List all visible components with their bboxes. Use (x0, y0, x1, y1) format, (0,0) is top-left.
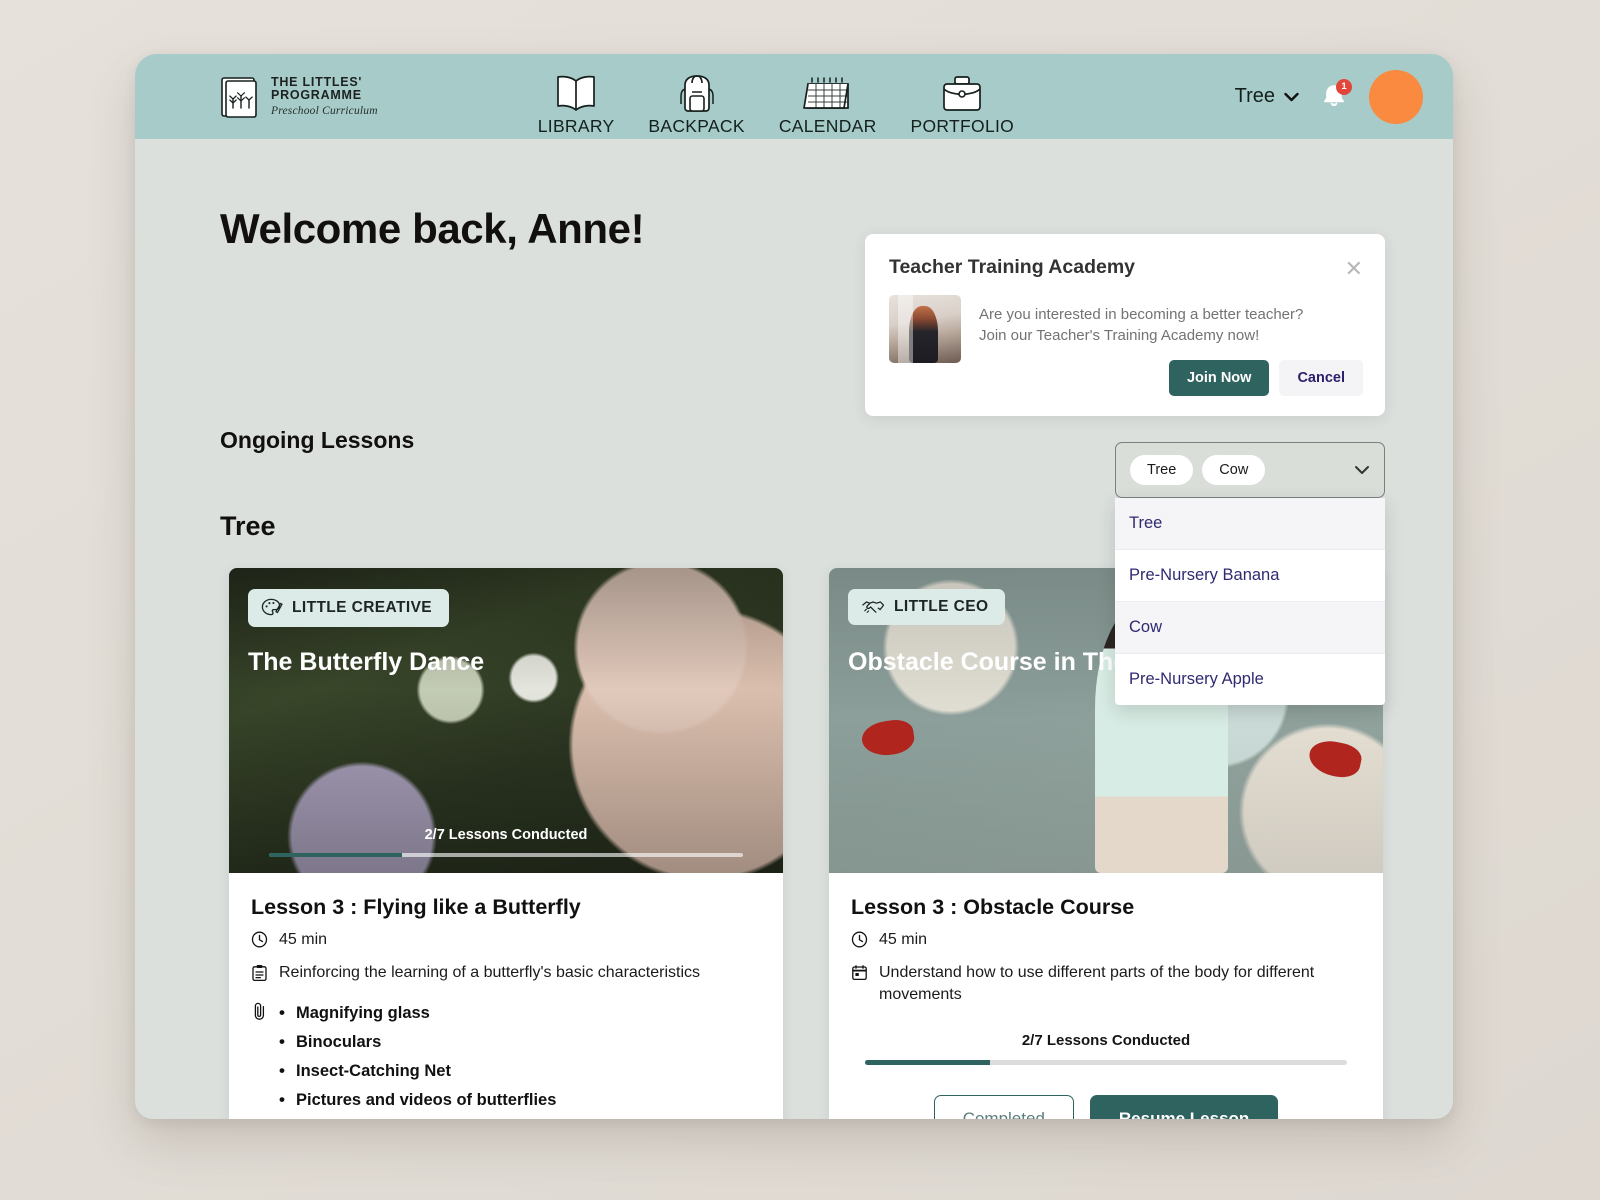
class-switcher[interactable]: Tree (1235, 85, 1299, 108)
class-multiselect: Tree Cow Tree Pre-Nursery Banana Cow Pre… (1115, 442, 1385, 705)
lesson-card-body: Lesson 3 : Obstacle Course 45 min Unders… (829, 873, 1383, 1066)
clock-icon (251, 929, 269, 953)
class-switcher-label: Tree (1234, 85, 1275, 107)
page-content: Welcome back, Anne! Ongoing Lessons Tree… (135, 139, 1453, 1119)
section-title-ongoing-lessons: Ongoing Lessons (220, 427, 415, 453)
lesson-duration: 45 min (279, 931, 328, 948)
notification-title: Teacher Training Academy (889, 256, 1136, 278)
notification-actions: Join Now Cancel (1168, 360, 1363, 396)
open-book-icon (550, 68, 602, 114)
option-pre-nursery-banana[interactable]: Pre-Nursery Banana (1115, 550, 1385, 602)
cancel-button[interactable]: Cancel (1279, 360, 1363, 396)
nav-label-calendar: CALENDAR (778, 116, 877, 136)
lesson-card-hero-title: The Butterfly Dance (248, 648, 485, 676)
notification-message-line-1: Are you interested in becoming a better … (979, 306, 1304, 323)
lesson-duration-row: 45 min (251, 929, 761, 953)
category-badge-label: LITTLE CREATIVE (292, 599, 433, 616)
lesson-title: Lesson 3 : Flying like a Butterfly (251, 895, 581, 919)
chevron-down-icon (1284, 92, 1299, 101)
brand-line-2: PROGRAMME (271, 87, 362, 102)
nav-item-backpack[interactable]: BACKPACK (648, 60, 745, 137)
main-nav: LIBRARY BACKPACK CALENDAR PORTFOLIO (538, 54, 1014, 139)
hero-progress-label: 2/7 Lessons Conducted (424, 827, 588, 843)
lesson-card-butterfly-dance[interactable]: LITTLE CREATIVE The Butterfly Dance 2/7 … (229, 568, 783, 1119)
hero-progress: 2/7 Lessons Conducted (229, 827, 783, 857)
briefcase-icon (938, 68, 986, 114)
palette-icon (261, 598, 283, 616)
brand-logo[interactable]: THE LITTLES' PROGRAMME Preschool Curricu… (220, 75, 378, 119)
paperclip-icon (251, 999, 269, 1119)
page-title: Welcome back, Anne! (220, 205, 645, 252)
app-window: THE LITTLES' PROGRAMME Preschool Curricu… (135, 54, 1453, 1119)
teacher-photo (889, 295, 961, 363)
lesson-description-row: Understand how to use different parts of… (851, 962, 1361, 1006)
material-item: Magnifying glass (279, 999, 556, 1028)
lesson-description-row: Reinforcing the learning of a butterfly'… (251, 962, 761, 987)
notification-body: Are you interested in becoming a better … (889, 295, 1361, 363)
nav-label-portfolio: PORTFOLIO (910, 116, 1015, 136)
notifications-button[interactable]: 1 (1321, 78, 1352, 112)
hero-progress-fill (269, 853, 402, 857)
class-group-title: Tree (220, 511, 276, 541)
nav-item-library[interactable]: LIBRARY (538, 60, 615, 137)
hero-progress-bar (269, 853, 743, 857)
resume-lesson-button[interactable]: Resume Lesson (1089, 1095, 1279, 1119)
category-badge-little-ceo: LITTLE CEO (848, 589, 1006, 625)
lesson-card-body: Lesson 3 : Flying like a Butterfly 45 mi… (229, 873, 783, 1119)
notification-message-line-2: Join our Teacher's Training Academy now! (979, 327, 1260, 345)
lesson-description: Understand how to use different parts of… (879, 964, 1315, 1004)
teacher-training-notification-card: Teacher Training Academy ✕ Are you inter… (865, 234, 1385, 416)
material-item: Magnifying glass (279, 1115, 556, 1119)
lesson-progress: 2/7 Lessons Conducted (865, 1032, 1347, 1066)
lesson-progress-bar (865, 1060, 1347, 1066)
option-pre-nursery-apple[interactable]: Pre-Nursery Apple (1115, 654, 1385, 705)
nav-label-library: LIBRARY (537, 116, 615, 136)
top-navigation-bar: THE LITTLES' PROGRAMME Preschool Curricu… (135, 54, 1453, 139)
nav-item-portfolio[interactable]: PORTFOLIO (911, 60, 1015, 137)
chip-cow[interactable]: Cow (1202, 455, 1266, 485)
lesson-card-hero-title: Obstacle Course in The M (848, 648, 1156, 676)
category-badge-label: LITTLE CEO (894, 598, 989, 615)
calendar-icon (851, 962, 869, 986)
lesson-materials-row: Magnifying glass Binoculars Insect-Catch… (251, 999, 761, 1119)
notification-message: Are you interested in becoming a better … (979, 295, 1303, 363)
option-tree[interactable]: Tree (1115, 498, 1385, 550)
lesson-progress-label: 2/7 Lessons Conducted (1021, 1032, 1191, 1050)
calendar-icon (800, 68, 856, 114)
nav-item-calendar[interactable]: CALENDAR (779, 60, 877, 137)
nav-label-backpack: BACKPACK (648, 116, 745, 136)
class-multiselect-control[interactable]: Tree Cow (1115, 442, 1385, 498)
class-multiselect-options: Tree Pre-Nursery Banana Cow Pre-Nursery … (1115, 498, 1385, 705)
note-icon (251, 962, 269, 987)
lesson-duration-row: 45 min (851, 929, 1361, 953)
lesson-card-hero-image: LITTLE CREATIVE The Butterfly Dance 2/7 … (229, 568, 783, 873)
lesson-title: Lesson 3 : Obstacle Course (851, 895, 1135, 919)
book-logo-icon (221, 76, 257, 118)
lesson-card-actions: Completed Resume Lesson (829, 1065, 1383, 1119)
join-now-button[interactable]: Join Now (1168, 360, 1270, 396)
option-cow[interactable]: Cow (1115, 602, 1385, 654)
lesson-materials-list: Magnifying glass Binoculars Insect-Catch… (279, 999, 556, 1119)
lesson-progress-fill (865, 1060, 991, 1066)
backpack-icon (674, 68, 720, 114)
lesson-description: Reinforcing the learning of a butterfly'… (279, 964, 701, 981)
completed-button[interactable]: Completed (933, 1095, 1074, 1119)
chevron-down-icon (1354, 463, 1370, 478)
avatar[interactable] (1369, 69, 1423, 124)
brand-wordmark: THE LITTLES' PROGRAMME Preschool Curricu… (271, 74, 378, 118)
close-icon[interactable]: ✕ (1345, 258, 1363, 280)
category-badge-little-creative: LITTLE CREATIVE (248, 589, 450, 627)
brand-tagline: Preschool Curriculum (271, 105, 378, 118)
clock-icon (851, 929, 869, 953)
handshake-icon (862, 601, 885, 613)
lesson-duration: 45 min (879, 931, 928, 948)
header-right-controls: Tree 1 (1235, 54, 1423, 139)
notification-badge: 1 (1336, 78, 1352, 95)
chip-tree[interactable]: Tree (1130, 455, 1194, 485)
material-item: Insect-Catching Net (279, 1057, 556, 1086)
material-item: Pictures and videos of butterflies (279, 1086, 556, 1115)
brand-line-1: THE LITTLES' (271, 74, 363, 89)
material-item: Binoculars (279, 1028, 556, 1057)
